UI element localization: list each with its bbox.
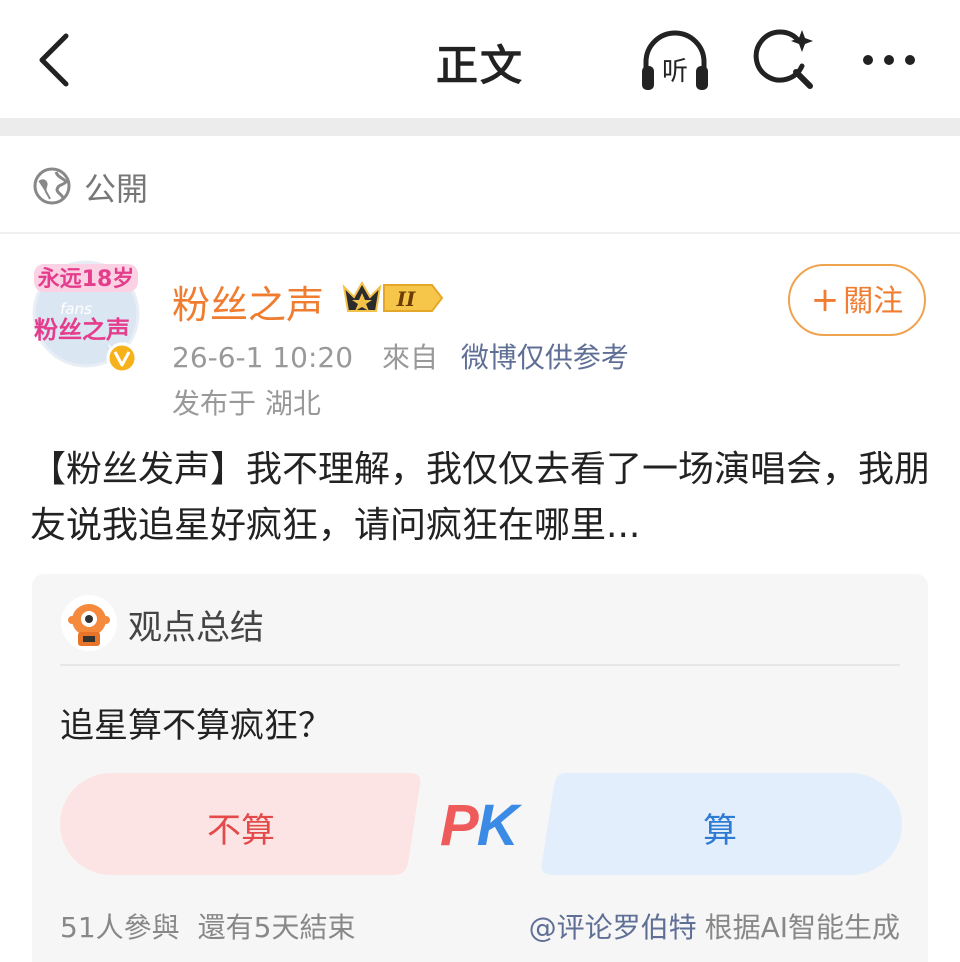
more-dots-icon[interactable] (856, 26, 930, 94)
poll-option-yes-label: 算 (703, 811, 737, 851)
avatar[interactable]: 永远18岁 fans 粉丝之声 voice (30, 254, 146, 374)
divider (60, 664, 900, 666)
pk-versus-icon: PK (440, 793, 519, 858)
svg-text:永远18岁: 永远18岁 (38, 266, 135, 292)
poll-question: 追星算不算疯狂？ (60, 706, 332, 746)
post-meta: 26-6-1 10:20 來自 微博仅供参考 (172, 336, 629, 376)
poll-stats: 51人參與 還有5天結束 (60, 906, 355, 946)
opinion-summary-card: 观点总结 追星算不算疯狂？ 不算 PK 算 51人參與 還有5天結束 @评论罗伯特… (32, 574, 928, 962)
globe-icon (32, 166, 72, 206)
svg-text:II: II (396, 287, 416, 311)
summary-title: 观点总结 (128, 608, 264, 648)
post-timestamp: 26-6-1 10:20 (172, 341, 354, 374)
post-source-link[interactable]: 微博仅供参考 (461, 341, 629, 374)
poll-option-yes-button[interactable]: 算 (538, 773, 902, 875)
post-location: 发布于 湖北 (172, 387, 321, 420)
follow-button[interactable]: + 關注 (788, 264, 926, 336)
robot-avatar-icon (60, 594, 118, 652)
search-sparkle-icon[interactable] (750, 26, 824, 94)
poll-option-no-button[interactable]: 不算 (60, 773, 422, 875)
source-prefix: 來自 (381, 341, 438, 374)
time-remaining: 還有5天結束 (197, 911, 356, 944)
section-gap (0, 118, 960, 136)
ai-attribution: @评论罗伯特 根据AI智能生成 (529, 906, 900, 946)
plus-icon: + (810, 280, 840, 320)
follow-label: 關注 (843, 284, 904, 319)
svg-text:粉丝之声: 粉丝之声 (34, 316, 130, 344)
poll-option-no-label: 不算 (207, 811, 275, 851)
visibility-label: 公開 (84, 170, 149, 208)
ai-note: 根据AI智能生成 (704, 911, 900, 944)
mention-link[interactable]: @评论罗伯特 (529, 911, 697, 944)
post-content[interactable]: 【粉丝发声】我不理解，我仅仅去看了一场演唱会，我朋友说我追星好疯狂，请问疯狂在哪… (30, 442, 930, 554)
top-bar: 正文 听 (0, 0, 960, 118)
svg-text:听: 听 (662, 57, 688, 87)
visibility-row: 公開 (0, 136, 960, 234)
vip-crown-badge-icon[interactable]: II (340, 279, 444, 317)
participants-count: 51人參與 (60, 911, 180, 944)
listen-headphone-icon[interactable]: 听 (638, 26, 712, 94)
author-name[interactable]: 粉丝之声 (172, 274, 324, 329)
